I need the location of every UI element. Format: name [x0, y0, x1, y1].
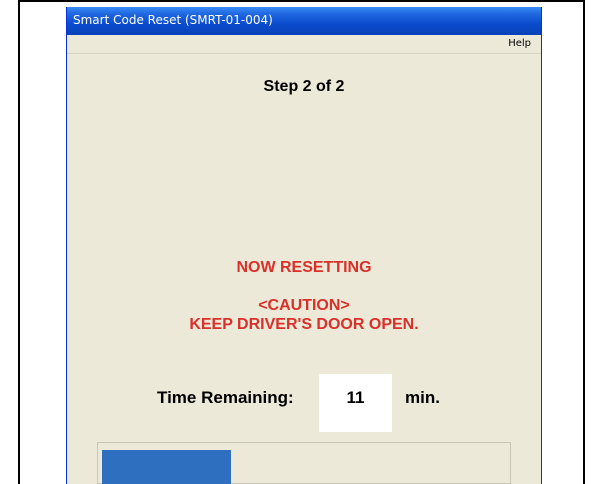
time-remaining-label: Time Remaining:	[157, 388, 294, 407]
time-remaining-box: 11	[319, 374, 392, 432]
caution-message: KEEP DRIVER'S DOOR OPEN.	[189, 316, 419, 333]
progress-bar	[97, 442, 511, 484]
title-bar[interactable]: Smart Code Reset (SMRT-01-004)	[67, 7, 541, 35]
app-window: Smart Code Reset (SMRT-01-004) Help Step…	[66, 7, 542, 484]
menu-help[interactable]: Help	[508, 38, 531, 49]
time-remaining-value: 11	[346, 388, 365, 407]
step-indicator: Step 2 of 2	[263, 78, 345, 95]
window-title: Smart Code Reset (SMRT-01-004)	[73, 13, 273, 27]
caution-title: <CAUTION>	[258, 297, 350, 314]
time-unit-label: min.	[405, 388, 440, 407]
status-message: NOW RESETTING	[236, 259, 372, 276]
progress-fill	[102, 450, 231, 484]
menu-bar: Help	[67, 35, 541, 54]
